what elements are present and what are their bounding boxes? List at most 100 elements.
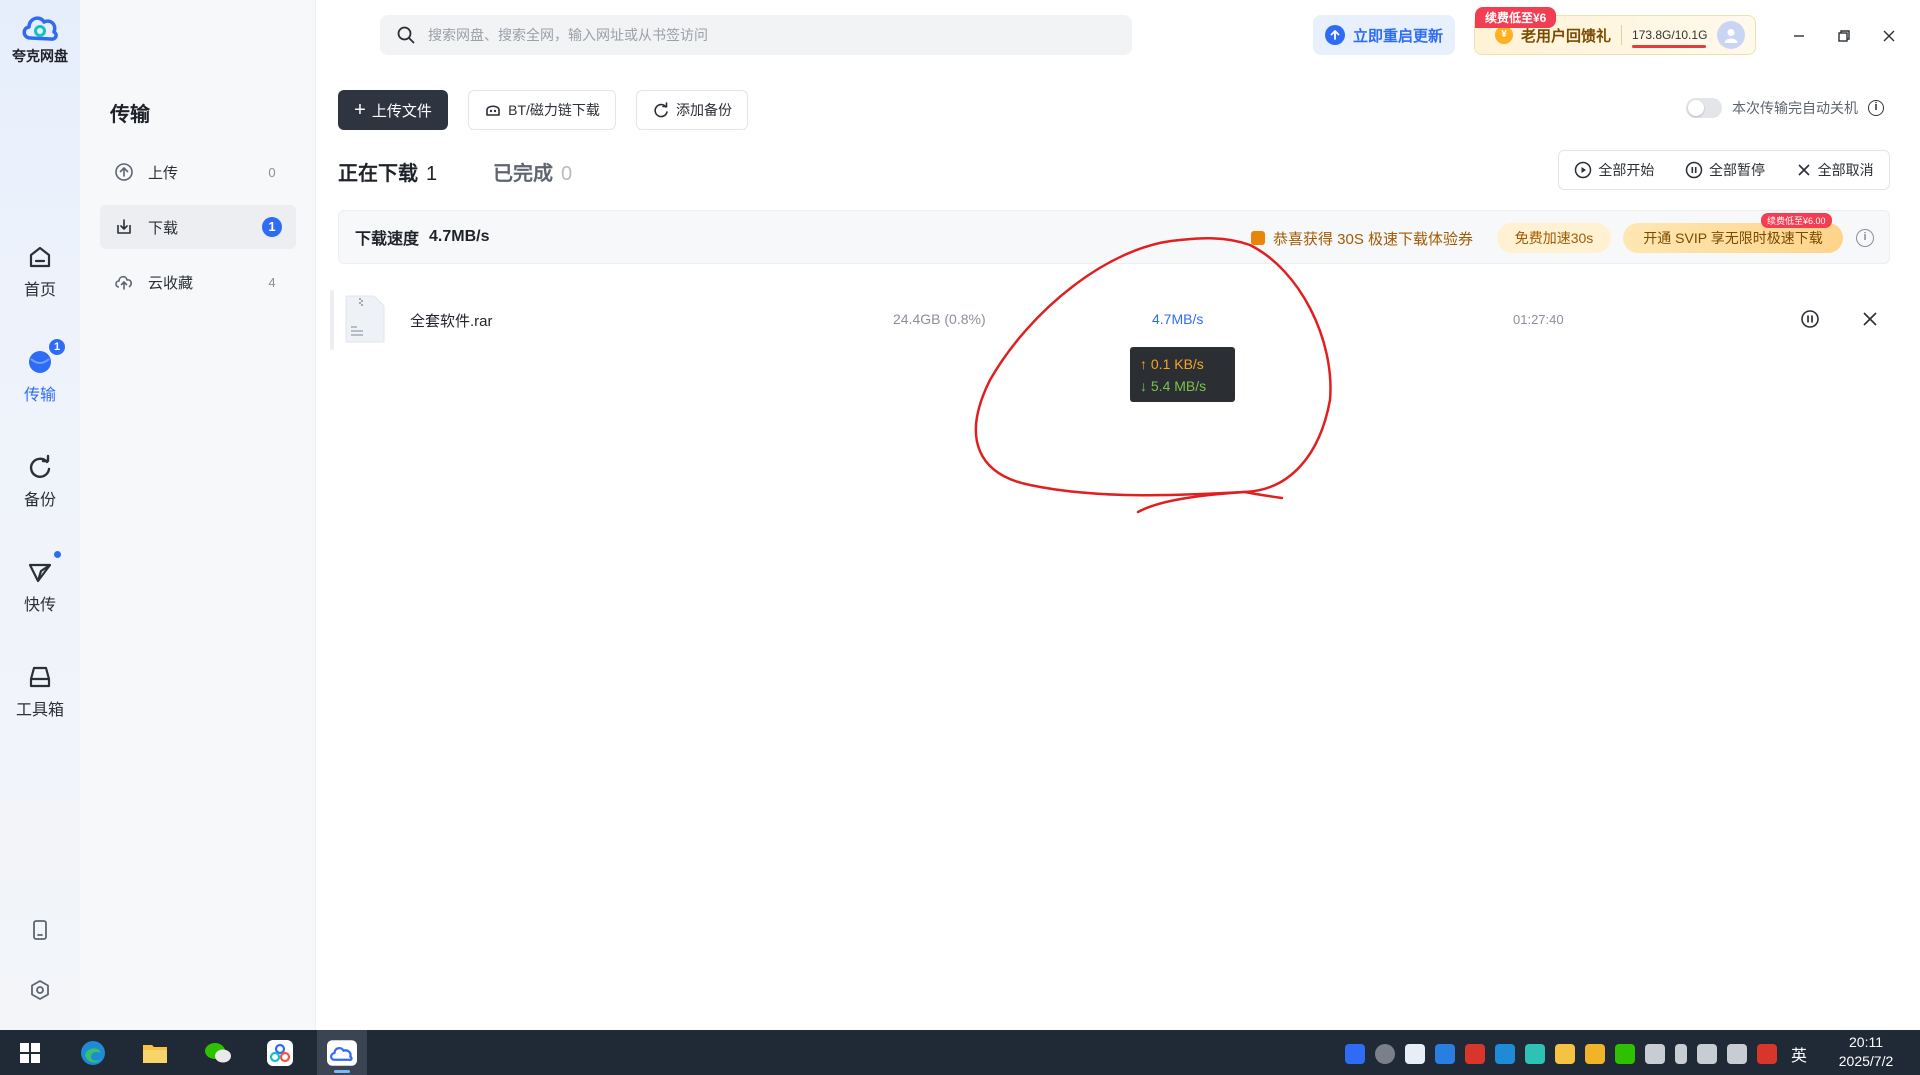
add-backup-button[interactable]: 添加备份	[636, 90, 748, 130]
voucher-text: 恭喜获得 30S 极速下载体验券	[1273, 230, 1474, 248]
feishu-tray-icon[interactable]	[1495, 1044, 1515, 1064]
cancel-all-button[interactable]: 全部取消	[1796, 160, 1874, 180]
system-clock[interactable]: 20:11 2025/7/2	[1820, 1033, 1912, 1071]
upload-file-label: 上传文件	[371, 102, 432, 120]
transfer-badge: 1	[49, 339, 65, 355]
pause-all-button[interactable]: 全部暂停	[1685, 160, 1765, 180]
bt-icon	[486, 105, 500, 116]
wps-tray-icon[interactable]	[1465, 1044, 1485, 1064]
file-name: 全套软件.rar	[410, 313, 493, 330]
download-speed[interactable]: 4.7MB/s	[1152, 311, 1203, 327]
rail-item-backup[interactable]: 备份	[0, 452, 80, 510]
play-icon	[1575, 161, 1592, 179]
cancel-all-label: 全部取消	[1817, 162, 1874, 178]
pause-icon	[1685, 161, 1703, 179]
refresh-icon	[654, 102, 668, 118]
sidebar-item-download[interactable]: 下载 1	[100, 205, 296, 249]
transfer-sidebar: 传输 上传 0 下载 1 云收藏 4	[80, 0, 316, 1030]
storage-bar	[1632, 45, 1707, 48]
search-bar	[380, 15, 1132, 55]
app-logo[interactable]: 夸克网盘	[10, 10, 70, 66]
time-remaining: 01:27:40	[1513, 312, 1564, 327]
file-explorer-icon[interactable]	[130, 1030, 180, 1075]
tab-label: 正在下载	[338, 163, 418, 185]
input-tray-icon[interactable]	[1757, 1044, 1777, 1064]
upload-file-button[interactable]: + 上传文件	[338, 90, 448, 130]
info-icon[interactable]: i	[1868, 100, 1884, 116]
windows-start-icon[interactable]	[5, 1030, 55, 1075]
arrow-up-icon	[1324, 25, 1345, 45]
app-name: 夸克网盘	[12, 48, 68, 64]
rail-item-label: 首页	[23, 282, 56, 299]
voucher-notice: 恭喜获得 30S 极速下载体验券	[1251, 211, 1473, 265]
search-input[interactable]	[428, 27, 1108, 43]
usb-icon[interactable]	[1675, 1044, 1687, 1064]
coin-icon: ¥	[1495, 26, 1513, 44]
sidebar-item-count: 4	[268, 274, 276, 290]
bt-label: BT/磁力链下载	[508, 102, 600, 118]
shield-tray-icon[interactable]	[1585, 1044, 1605, 1064]
tab-label: 已完成	[493, 163, 553, 185]
quark-drive-icon[interactable]	[317, 1030, 367, 1075]
upload-rate: ↑ 0.1 KB/s	[1140, 356, 1204, 372]
download-icon	[114, 217, 134, 237]
bulk-controls: 全部开始 全部暂停 全部取消	[1558, 150, 1890, 190]
quark-tray-icon[interactable]	[1345, 1044, 1365, 1064]
storage-text: 173.8G/10.1G	[1632, 28, 1708, 42]
storage-usage[interactable]: 173.8G/10.1G	[1632, 28, 1708, 48]
tab-downloading[interactable]: 正在下载 1	[338, 157, 437, 186]
rail-item-toolbox[interactable]: 工具箱	[0, 662, 80, 720]
volume-icon[interactable]	[1697, 1044, 1717, 1064]
quick-send-icon	[25, 551, 61, 587]
check-tray-icon[interactable]	[1435, 1044, 1455, 1064]
battery-icon[interactable]	[1645, 1044, 1665, 1064]
network-icon[interactable]	[1727, 1044, 1747, 1064]
phone-icon[interactable]	[25, 915, 55, 945]
dingtalk-tray-icon[interactable]	[1525, 1044, 1545, 1064]
app-tray-icon[interactable]	[1375, 1044, 1395, 1064]
cloud-collect-icon	[114, 272, 134, 292]
close-icon[interactable]	[1857, 306, 1883, 332]
sidebar-item-label: 上传	[148, 164, 179, 182]
ime-indicator[interactable]: 英	[1791, 1042, 1807, 1066]
wechat-tray-icon[interactable]	[1615, 1044, 1635, 1064]
tab-completed[interactable]: 已完成 0	[493, 157, 572, 186]
upload-icon	[114, 162, 134, 182]
rail-item-quick-send[interactable]: 快传	[0, 551, 80, 615]
close-icon[interactable]	[1875, 22, 1903, 50]
start-all-button[interactable]: 全部开始	[1574, 160, 1654, 180]
free-boost-button[interactable]: 免费加速30s	[1497, 223, 1611, 253]
minimize-icon[interactable]	[1785, 22, 1813, 50]
pause-icon[interactable]	[1797, 306, 1823, 332]
membership-promo[interactable]: 续费低至¥6 ¥ 老用户回馈礼 173.8G/10.1G	[1474, 7, 1756, 55]
tab-count: 0	[561, 163, 573, 185]
rail-item-home[interactable]: 首页	[0, 242, 80, 300]
table-row[interactable]: 全套软件.rar 24.4GB (0.8%) 4.7MB/s 01:27:40	[330, 288, 1890, 352]
promo-tag: 续费低至¥6	[1475, 7, 1557, 28]
auto-shutdown-toggle[interactable]	[1686, 98, 1722, 118]
rail-item-transfer[interactable]: 1 传输	[0, 339, 80, 405]
transfer-icon: 1	[25, 339, 65, 377]
edge-icon[interactable]	[68, 1030, 118, 1075]
share-tray-icon[interactable]	[1405, 1044, 1425, 1064]
sidebar-item-cloud-favorites[interactable]: 云收藏 4	[100, 260, 296, 304]
archive-file-icon	[342, 294, 388, 344]
bt-magnet-download-button[interactable]: BT/磁力链下载	[468, 90, 616, 130]
speed-label: 下载速度	[355, 231, 420, 248]
clock-date: 2025/7/2	[1838, 1053, 1894, 1069]
info-icon[interactable]: i	[1856, 229, 1874, 247]
settings-icon[interactable]	[25, 975, 55, 1005]
folder-tray-icon[interactable]	[1555, 1044, 1575, 1064]
quark-share-icon[interactable]	[255, 1030, 305, 1075]
sidebar-item-upload[interactable]: 上传 0	[100, 150, 296, 194]
file-size: 24.4GB (0.8%)	[893, 311, 986, 327]
wechat-icon[interactable]	[193, 1030, 243, 1075]
rail-item-label: 快传	[23, 597, 56, 614]
tab-count: 1	[426, 163, 438, 185]
storage-bar-fill	[1632, 45, 1707, 48]
sidebar-title: 传输	[110, 104, 150, 126]
avatar[interactable]	[1717, 21, 1746, 49]
auto-shutdown-label: 本次传输完自动关机	[1732, 100, 1858, 116]
restart-update-button[interactable]: 立即重启更新	[1313, 15, 1455, 55]
restore-icon[interactable]	[1830, 22, 1858, 50]
